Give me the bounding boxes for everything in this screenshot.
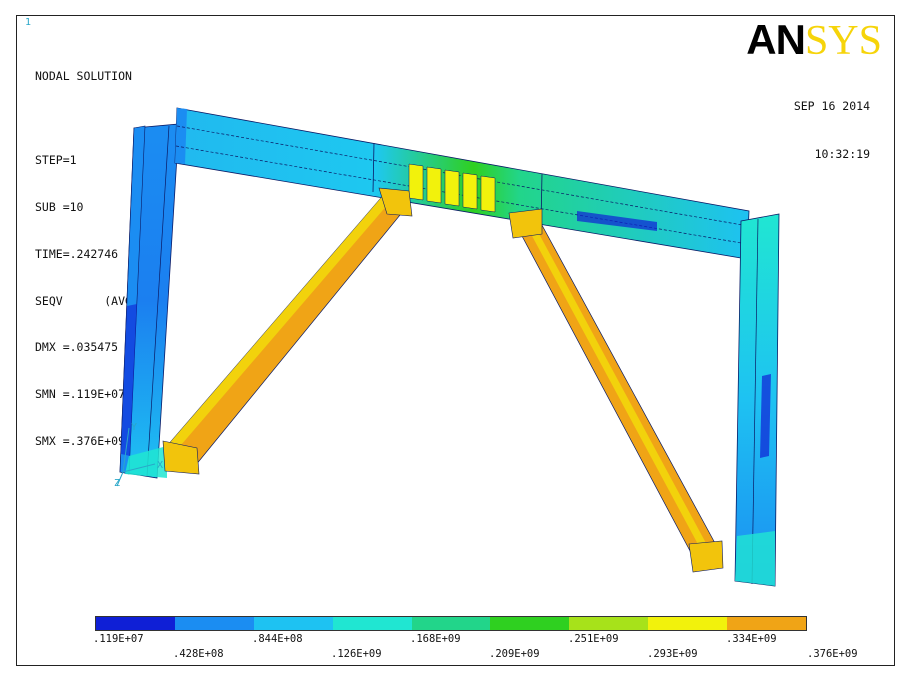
legend-tick-6: .209E+09 — [489, 648, 540, 660]
legend-tick-7: .251E+09 — [568, 633, 619, 645]
right-brace — [508, 208, 724, 573]
left-column — [119, 123, 180, 479]
legend-tick-5: .168E+09 — [410, 633, 461, 645]
top-beam — [174, 107, 750, 260]
graphics-window: 1 NODAL SOLUTION STEP=1 SUB =10 TIME=.24… — [16, 15, 895, 666]
legend-tick-1: .119E+07 — [93, 633, 144, 645]
color-legend-bar — [95, 616, 807, 631]
legend-tick-3: .844E+08 — [252, 633, 303, 645]
legend-band-4 — [332, 617, 412, 630]
legend-band-9 — [727, 617, 807, 630]
legend-tick-8: .293E+09 — [647, 648, 698, 660]
legend-tick-4: .126E+09 — [331, 648, 382, 660]
right-column — [734, 213, 780, 587]
legend-band-6 — [490, 617, 570, 630]
fe-model-view: Y X Z — [114, 107, 780, 587]
legend-tick-10: .376E+09 — [807, 648, 858, 660]
triad-x-label: X — [157, 460, 163, 471]
legend-band-3 — [253, 617, 333, 630]
legend-band-5 — [411, 617, 491, 630]
left-brace — [162, 187, 413, 475]
triad-y-label: Y — [131, 422, 137, 433]
legend-band-1 — [96, 617, 175, 630]
legend-tick-2: .428E+08 — [173, 648, 224, 660]
legend-band-8 — [648, 617, 728, 630]
legend-band-2 — [174, 617, 254, 630]
legend-band-7 — [569, 617, 649, 630]
legend-tick-9: .334E+09 — [726, 633, 777, 645]
triad-z-label: Z — [114, 478, 120, 489]
